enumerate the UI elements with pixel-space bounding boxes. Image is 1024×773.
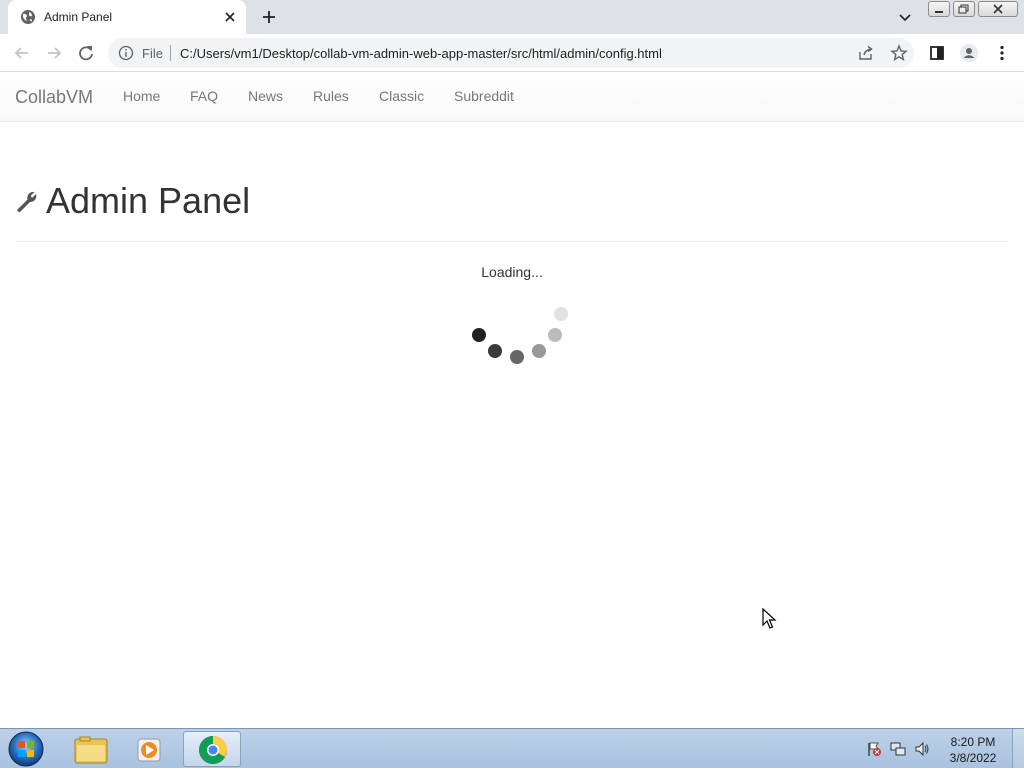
url-text[interactable]: C:/Users/vm1/Desktop/collab-vm-admin-web… [180,46,662,61]
minimize-icon [935,11,943,13]
browser-tab-strip: Admin Panel [0,0,1024,34]
mouse-cursor-icon [762,608,777,629]
new-tab-icon[interactable] [260,8,278,26]
address-bar[interactable]: File C:/Users/vm1/Desktop/collab-vm-admi… [108,38,914,68]
volume-icon[interactable] [914,741,930,757]
loading-text: Loading... [481,264,543,280]
page-title: Admin Panel [46,180,251,221]
brand-link[interactable]: CollabVM [15,87,93,108]
chrome-icon [199,736,227,764]
start-button-icon[interactable] [6,730,46,768]
taskbar-chrome[interactable] [183,731,241,767]
spinner-dot [488,344,502,358]
nav-link-subreddit[interactable]: Subreddit [454,88,514,104]
globe-icon [21,10,35,24]
nav-link-classic[interactable]: Classic [379,88,424,104]
side-panel-icon[interactable] [927,43,947,63]
taskbar-media-player[interactable] [122,731,180,767]
heading-divider [15,241,1009,242]
show-desktop-button[interactable] [1012,729,1024,768]
info-icon[interactable] [118,45,134,61]
browser-tab-active[interactable]: Admin Panel [8,0,246,34]
site-navbar: CollabVM Home FAQ News Rules Classic Sub… [0,72,1024,122]
spinner-dot [548,328,562,342]
windows-taskbar: 8:20 PM 3/8/2022 [0,728,1024,768]
nav-link-rules[interactable]: Rules [313,88,349,104]
chevron-down-icon[interactable] [897,9,913,25]
reload-icon[interactable] [76,43,96,63]
spinner-dot [472,328,486,342]
loading-spinner [472,307,568,364]
close-icon [993,4,1003,14]
bookmark-star-icon[interactable] [890,44,908,62]
tab-title: Admin Panel [44,10,113,24]
nav-link-faq[interactable]: FAQ [190,88,218,104]
forward-icon[interactable] [44,43,64,63]
action-center-flag-icon[interactable] [866,741,882,757]
omnibox-separator [170,45,171,61]
nav-link-news[interactable]: News [248,88,283,104]
media-player-icon [137,738,161,762]
clock-time: 8:20 PM [950,735,996,749]
browser-toolbar: File C:/Users/vm1/Desktop/collab-vm-admi… [0,34,1024,72]
spinner-dot [554,307,568,321]
taskbar-explorer[interactable] [62,731,120,767]
spinner-dot [510,350,524,364]
share-icon[interactable] [858,45,874,61]
nav-link-home[interactable]: Home [123,88,160,104]
scheme-label: File [142,46,163,61]
clock-date: 3/8/2022 [949,751,997,765]
close-window-button[interactable] [978,1,1018,17]
taskbar-clock[interactable]: 8:20 PM 3/8/2022 [940,734,1006,766]
kebab-menu-icon[interactable] [992,43,1012,63]
back-icon[interactable] [12,43,32,63]
folder-icon [74,736,108,764]
spinner-dot [532,344,546,358]
minimize-button[interactable] [928,1,950,17]
wrench-icon [17,191,37,213]
profile-icon[interactable] [959,43,979,63]
close-tab-icon[interactable] [222,9,238,25]
restore-icon [958,4,969,14]
network-icon[interactable] [890,741,906,757]
restore-button[interactable] [953,1,975,17]
